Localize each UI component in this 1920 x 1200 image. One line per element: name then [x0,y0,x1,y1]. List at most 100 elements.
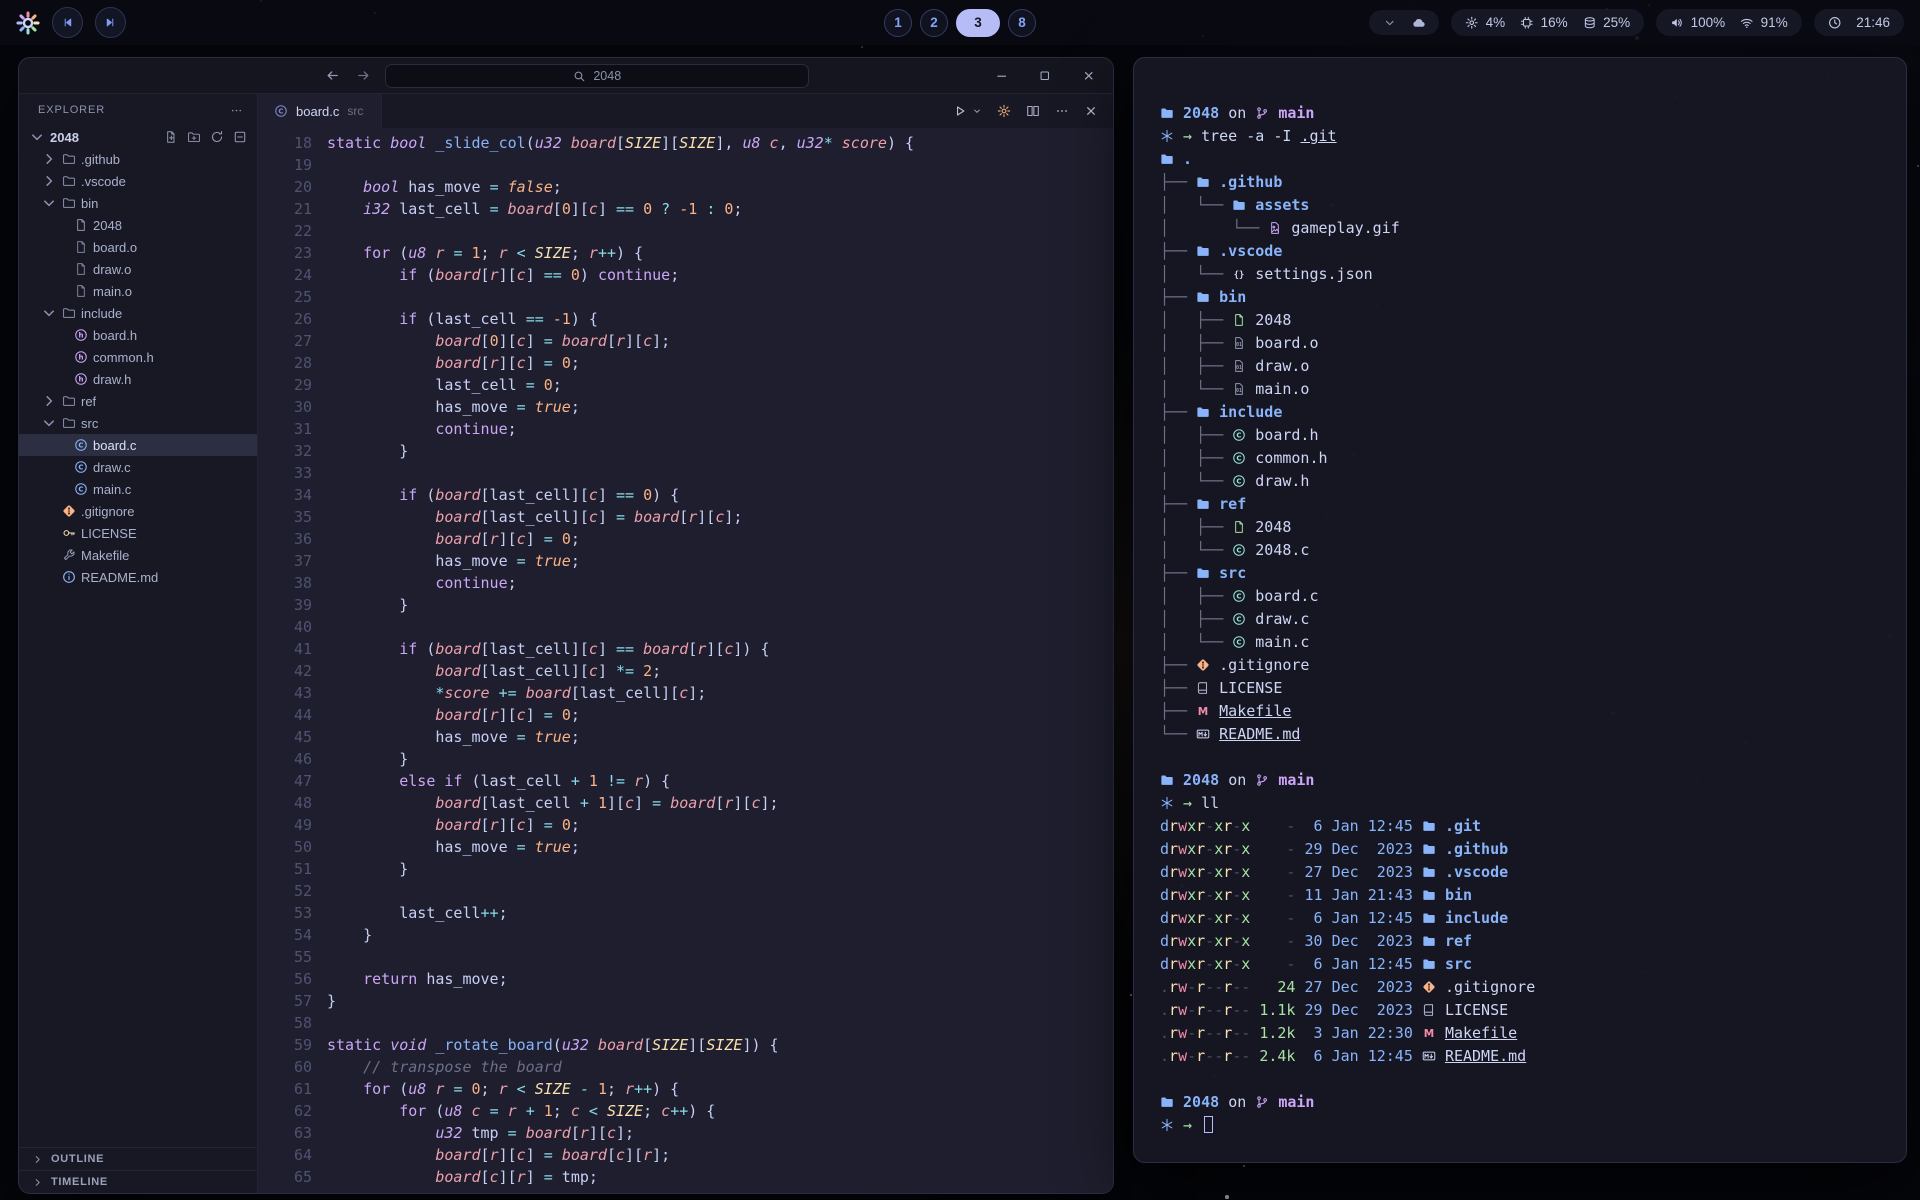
code-line-49[interactable]: 49 board[r][c] = 0; [258,814,1113,836]
code-line-24[interactable]: 24 if (board[r][c] == 0) continue; [258,264,1113,286]
explorer-item-.vscode[interactable]: .vscode [19,170,257,192]
close-button[interactable] [1082,69,1096,83]
explorer-item-main.o[interactable]: main.o [19,280,257,302]
code-line-58[interactable]: 58 [258,1012,1113,1034]
collapse-button[interactable] [233,130,247,144]
code-line-20[interactable]: 20 bool has_move = false; [258,176,1113,198]
explorer-item-board.c[interactable]: Cboard.c [19,434,257,456]
run-dropdown-icon[interactable] [972,106,982,116]
explorer-item-draw.h[interactable]: hdraw.h [19,368,257,390]
refresh-button[interactable] [210,130,224,144]
code-line-60[interactable]: 60 // transpose the board [258,1056,1113,1078]
explorer-item-common.h[interactable]: hcommon.h [19,346,257,368]
audio-network-widget[interactable]: 100% 91% [1656,9,1802,36]
code-line-35[interactable]: 35 board[last_cell][c] = board[r][c]; [258,506,1113,528]
workspace-1[interactable]: 1 [884,9,912,37]
explorer-item-.gitignore[interactable]: .gitignore [19,500,257,522]
code-line-26[interactable]: 26 if (last_cell == -1) { [258,308,1113,330]
code-line-30[interactable]: 30 has_move = true; [258,396,1113,418]
terminal-window[interactable]: 2048 on main → tree -a -I .git .├── .git… [1133,57,1907,1163]
code-line-56[interactable]: 56 return has_move; [258,968,1113,990]
explorer-item-src[interactable]: src [19,412,257,434]
code-line-52[interactable]: 52 [258,880,1113,902]
code-line-43[interactable]: 43 *score += board[last_cell][c]; [258,682,1113,704]
workspace-8[interactable]: 8 [1008,9,1036,37]
code-line-39[interactable]: 39 } [258,594,1113,616]
code-line-44[interactable]: 44 board[r][c] = 0; [258,704,1113,726]
explorer-more-actions-button[interactable] [230,104,243,117]
weather-widget[interactable] [1369,10,1439,36]
maximize-button[interactable] [1038,69,1052,83]
explorer-item-draw.c[interactable]: Cdraw.c [19,456,257,478]
launcher-gear-icon[interactable] [16,11,40,35]
code-line-27[interactable]: 27 board[0][c] = board[r][c]; [258,330,1113,352]
nav-forward-button[interactable] [356,68,371,83]
code-line-64[interactable]: 64 board[r][c] = board[c][r]; [258,1144,1113,1166]
close-editor-button[interactable] [1084,104,1098,118]
code-line-36[interactable]: 36 board[r][c] = 0; [258,528,1113,550]
code-line-40[interactable]: 40 [258,616,1113,638]
new-folder-button[interactable] [187,130,201,144]
system-stats-widget[interactable]: 4% 16% 25% [1451,9,1644,36]
code-line-42[interactable]: 42 board[last_cell][c] *= 2; [258,660,1113,682]
skip-forward-button[interactable] [95,7,126,38]
workspace-2[interactable]: 2 [920,9,948,37]
tab-board.c[interactable]: C board.c src [258,94,382,128]
code-line-31[interactable]: 31 continue; [258,418,1113,440]
code-line-51[interactable]: 51 } [258,858,1113,880]
explorer-item-README.md[interactable]: README.md [19,566,257,588]
code-line-41[interactable]: 41 if (board[last_cell][c] == board[r][c… [258,638,1113,660]
explorer-item-ref[interactable]: ref [19,390,257,412]
code-line-33[interactable]: 33 [258,462,1113,484]
explorer-item-include[interactable]: include [19,302,257,324]
code-line-55[interactable]: 55 [258,946,1113,968]
code-line-18[interactable]: 18static bool _slide_col(u32 board[SIZE]… [258,132,1113,154]
new-file-button[interactable] [164,130,178,144]
code-line-53[interactable]: 53 last_cell++; [258,902,1113,924]
code-line-62[interactable]: 62 for (u8 c = r + 1; c < SIZE; c++) { [258,1100,1113,1122]
workspace-3[interactable]: 3 [956,9,1000,37]
minimize-button[interactable] [995,69,1009,83]
explorer-item-board.o[interactable]: board.o [19,236,257,258]
run-button[interactable] [953,104,967,118]
code-line-46[interactable]: 46 } [258,748,1113,770]
code-line-23[interactable]: 23 for (u8 r = 1; r < SIZE; r++) { [258,242,1113,264]
code-line-47[interactable]: 47 else if (last_cell + 1 != r) { [258,770,1113,792]
clock-widget[interactable]: 21:46 [1814,9,1904,36]
explorer-item-bin[interactable]: bin [19,192,257,214]
code-line-61[interactable]: 61 for (u8 r = 0; r < SIZE - 1; r++) { [258,1078,1113,1100]
split-editor-button[interactable] [1026,104,1040,118]
code-line-45[interactable]: 45 has_move = true; [258,726,1113,748]
explorer-item-LICENSE[interactable]: LICENSE [19,522,257,544]
code-line-29[interactable]: 29 last_cell = 0; [258,374,1113,396]
explorer-item-board.h[interactable]: hboard.h [19,324,257,346]
explorer-item-2048[interactable]: 2048 [19,126,257,148]
vscode-titlebar[interactable]: 2048 [19,58,1113,94]
nav-back-button[interactable] [325,68,340,83]
settings-gear-icon[interactable] [997,104,1011,118]
code-line-48[interactable]: 48 board[last_cell + 1][c] = board[r][c]… [258,792,1113,814]
code-line-65[interactable]: 65 board[c][r] = tmp; [258,1166,1113,1188]
code-line-50[interactable]: 50 has_move = true; [258,836,1113,858]
code-line-37[interactable]: 37 has_move = true; [258,550,1113,572]
explorer-item-2048[interactable]: 2048 [19,214,257,236]
explorer-item-Makefile[interactable]: Makefile [19,544,257,566]
code-line-19[interactable]: 19 [258,154,1113,176]
code-line-28[interactable]: 28 board[r][c] = 0; [258,352,1113,374]
command-center-search[interactable]: 2048 [385,64,809,88]
outline-section[interactable]: OUTLINE [19,1147,257,1170]
code-line-21[interactable]: 21 i32 last_cell = board[0][c] == 0 ? -1… [258,198,1113,220]
explorer-item-.github[interactable]: .github [19,148,257,170]
code-line-32[interactable]: 32 } [258,440,1113,462]
code-line-38[interactable]: 38 continue; [258,572,1113,594]
code-editor[interactable]: 18static bool _slide_col(u32 board[SIZE]… [258,128,1113,1193]
code-line-34[interactable]: 34 if (board[last_cell][c] == 0) { [258,484,1113,506]
timeline-section[interactable]: TIMELINE [19,1170,257,1193]
code-line-63[interactable]: 63 u32 tmp = board[r][c]; [258,1122,1113,1144]
editor-area[interactable]: C board.c src 18static bool _slide_col(u… [258,94,1113,1193]
more-actions-button[interactable] [1055,104,1069,118]
code-line-54[interactable]: 54 } [258,924,1113,946]
explorer-item-draw.o[interactable]: draw.o [19,258,257,280]
code-line-57[interactable]: 57} [258,990,1113,1012]
code-line-22[interactable]: 22 [258,220,1113,242]
